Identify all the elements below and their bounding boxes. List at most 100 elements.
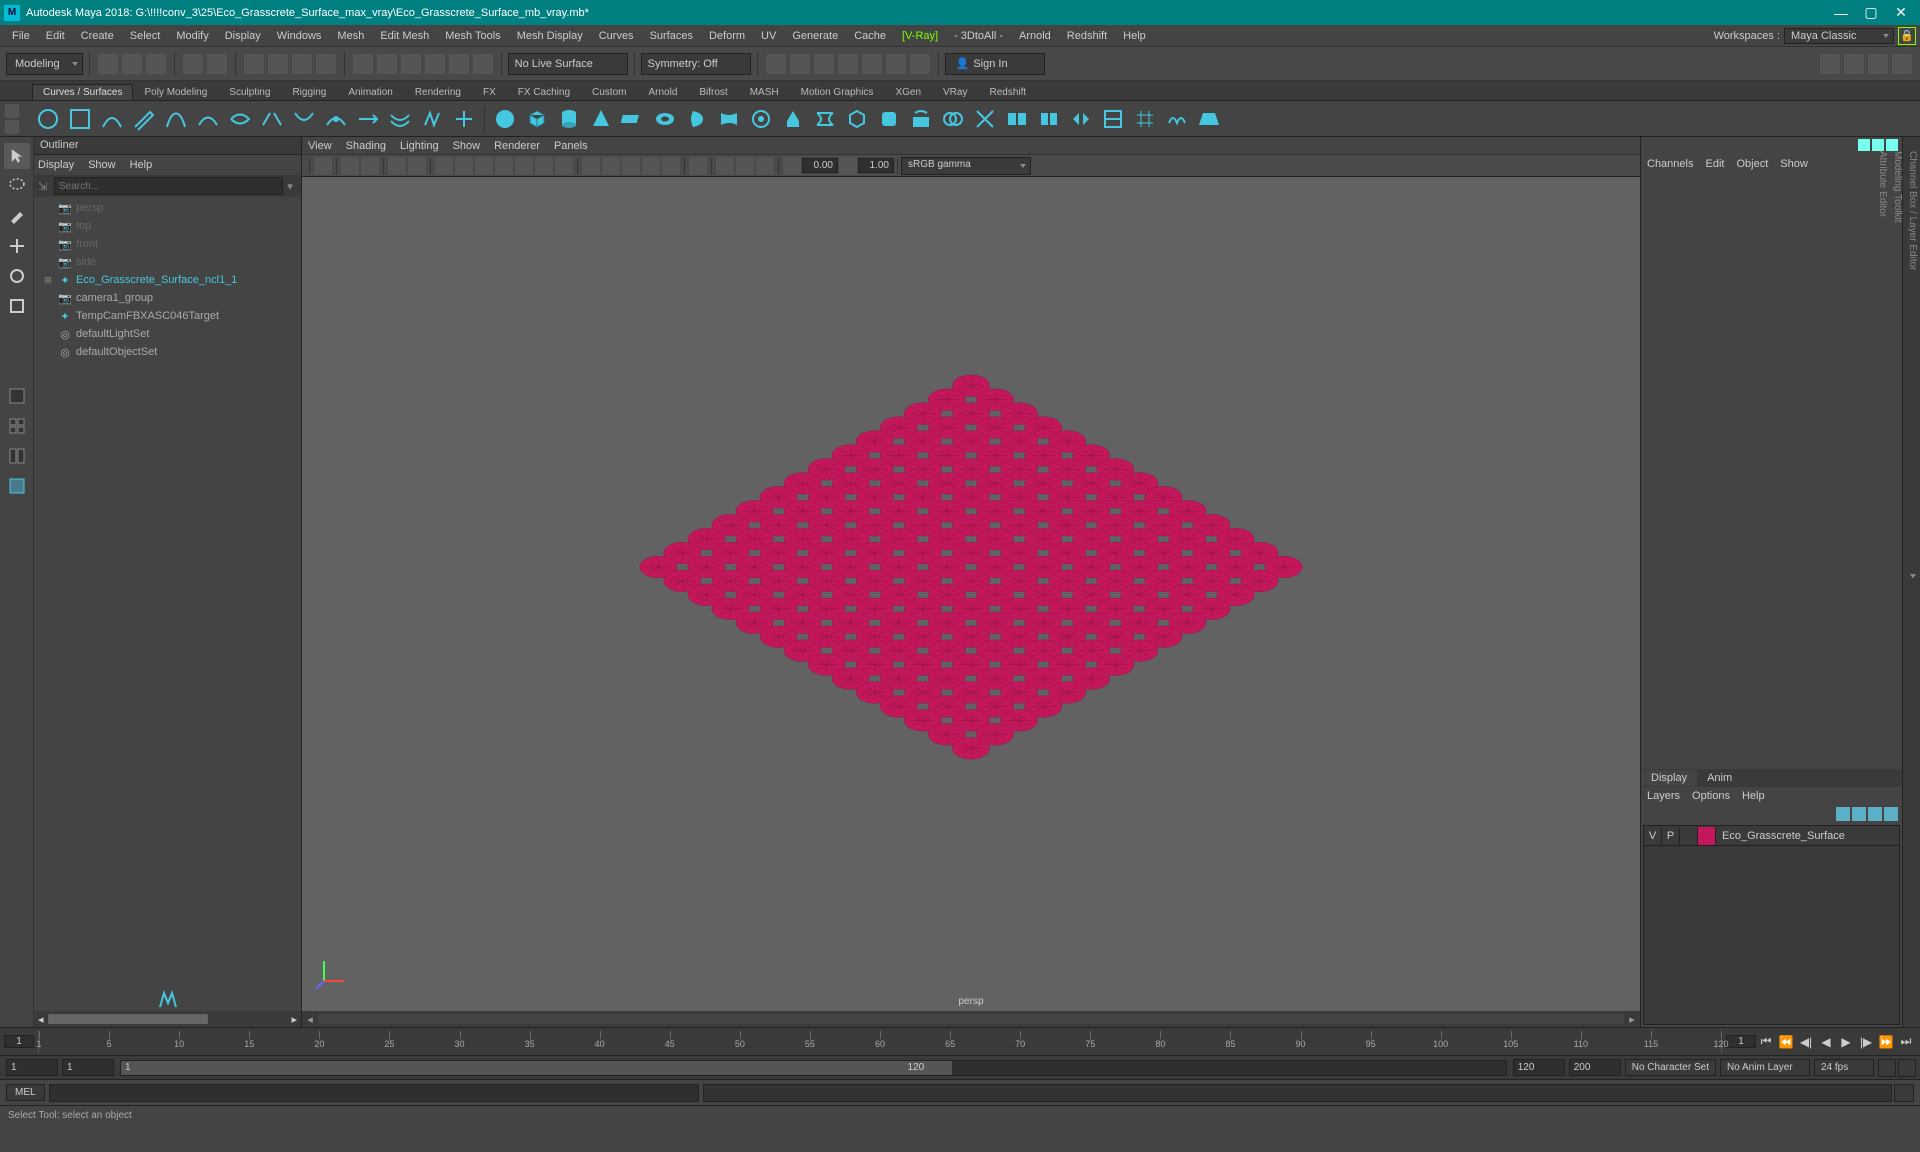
scroll-right-icon[interactable]: ▸ — [1624, 1011, 1640, 1027]
cb-edit[interactable]: Edit — [1705, 158, 1724, 170]
vp-exposure-icon[interactable] — [783, 157, 801, 175]
shelf-tab-vray[interactable]: VRay — [932, 84, 978, 100]
vp-lights-icon[interactable] — [642, 157, 660, 175]
symmetry-dropdown[interactable]: Symmetry: Off — [641, 53, 751, 75]
outliner-hscroll[interactable]: ◂▸ — [34, 1011, 301, 1027]
boundary-icon[interactable] — [842, 104, 872, 134]
intersect-icon[interactable] — [938, 104, 968, 134]
viewcube-four-icon[interactable] — [4, 413, 30, 439]
vp-gamma-icon[interactable] — [839, 157, 857, 175]
vp-menu-renderer[interactable]: Renderer — [494, 140, 540, 152]
menu-redshift[interactable]: Redshift — [1059, 25, 1115, 47]
redo-icon[interactable] — [207, 54, 227, 74]
outliner-node-front[interactable]: 📷front — [34, 235, 301, 253]
menu-deform[interactable]: Deform — [701, 25, 753, 47]
menu-meshdisplay[interactable]: Mesh Display — [509, 25, 591, 47]
bezier-icon[interactable] — [161, 104, 191, 134]
current-frame-end[interactable]: 1 — [1726, 1035, 1756, 1048]
stitch-icon[interactable] — [1130, 104, 1160, 134]
paint-select-tool-icon[interactable] — [4, 203, 30, 229]
menu-display[interactable]: Display — [217, 25, 269, 47]
add-points-icon[interactable] — [449, 104, 479, 134]
vp-menu-view[interactable]: View — [308, 140, 332, 152]
viewport-3d[interactable]: persp — [302, 177, 1640, 1011]
shelf-tab-fxcaching[interactable]: FX Caching — [507, 84, 581, 100]
insert-iso-icon[interactable] — [1098, 104, 1128, 134]
outliner-search-input[interactable] — [54, 177, 283, 195]
loft-icon[interactable] — [714, 104, 744, 134]
menu-editmesh[interactable]: Edit Mesh — [372, 25, 437, 47]
outliner-menu-show[interactable]: Show — [88, 159, 116, 171]
render-settings-icon[interactable] — [814, 54, 834, 74]
detach-curves-icon[interactable] — [289, 104, 319, 134]
select-comp-icon[interactable] — [316, 54, 336, 74]
nurbs-cube-icon[interactable] — [522, 104, 552, 134]
menu-mesh[interactable]: Mesh — [329, 25, 372, 47]
outliner-node-defaultlightset[interactable]: ◎defaultLightSet — [34, 325, 301, 343]
nurbs-plane-icon[interactable] — [618, 104, 648, 134]
offset-curve-icon[interactable] — [385, 104, 415, 134]
vp-res-gate-icon[interactable] — [475, 157, 493, 175]
outliner-node-tempcam[interactable]: ✦TempCamFBXASC046Target — [34, 307, 301, 325]
shelf-tab-rendering[interactable]: Rendering — [404, 84, 472, 100]
autokey-toggle-icon[interactable] — [1878, 1059, 1896, 1077]
menu-vray[interactable]: [V-Ray] — [894, 25, 946, 47]
open-scene-icon[interactable] — [122, 54, 142, 74]
arc-icon[interactable] — [193, 104, 223, 134]
vp-xray-joints-icon[interactable] — [736, 157, 754, 175]
square-icon[interactable] — [65, 104, 95, 134]
bevel-plus-icon[interactable] — [874, 104, 904, 134]
layer-visibility-cell[interactable]: V — [1644, 827, 1662, 845]
shelf-tab-bifrost[interactable]: Bifrost — [688, 84, 738, 100]
vp-menu-lighting[interactable]: Lighting — [400, 140, 439, 152]
outliner-menu-display[interactable]: Display — [38, 159, 74, 171]
dock-tab-channelbox[interactable]: Channel Box / Layer Editor — [1905, 145, 1920, 1027]
menu-modify[interactable]: Modify — [168, 25, 216, 47]
toggle-attreditor-icon[interactable] — [1892, 54, 1912, 74]
menuset-dropdown[interactable]: Modeling — [6, 53, 83, 75]
toggle-modeling-toolkit-icon[interactable] — [1820, 54, 1840, 74]
layer-move-up-icon[interactable] — [1836, 807, 1850, 821]
ep-curve-icon[interactable] — [97, 104, 127, 134]
nurbs-cone-icon[interactable] — [586, 104, 616, 134]
rotate-tool-icon[interactable] — [4, 263, 30, 289]
script-editor-icon[interactable] — [1894, 1084, 1914, 1102]
birail-icon[interactable] — [810, 104, 840, 134]
menu-surfaces[interactable]: Surfaces — [642, 25, 701, 47]
undo-icon[interactable] — [183, 54, 203, 74]
menu-3dtoall[interactable]: - 3DtoAll - — [946, 25, 1011, 47]
menu-generate[interactable]: Generate — [784, 25, 846, 47]
snap-toggle-icon[interactable] — [473, 54, 493, 74]
vp-safe-title-icon[interactable] — [555, 157, 573, 175]
layer-move-down-icon[interactable] — [1852, 807, 1866, 821]
signin-button[interactable]: 👤 Sign In — [945, 53, 1045, 75]
outliner-node-top[interactable]: 📷top — [34, 217, 301, 235]
layer-tab-anim[interactable]: Anim — [1697, 770, 1742, 786]
cb-icon-1[interactable] — [1858, 139, 1870, 151]
command-input[interactable] — [49, 1084, 699, 1102]
menu-create[interactable]: Create — [73, 25, 122, 47]
vp-menu-show[interactable]: Show — [453, 140, 481, 152]
3pt-arc-icon[interactable] — [225, 104, 255, 134]
layer-menu-help[interactable]: Help — [1742, 790, 1765, 802]
snap-plane-icon[interactable] — [425, 54, 445, 74]
prefs-icon[interactable] — [1898, 1059, 1916, 1077]
extend-curve-icon[interactable] — [353, 104, 383, 134]
vp-textured-icon[interactable] — [622, 157, 640, 175]
vp-2d-pan-icon[interactable] — [388, 157, 406, 175]
surface-editing-icon[interactable] — [1194, 104, 1224, 134]
rebuild-curve-icon[interactable] — [417, 104, 447, 134]
select-obj-icon[interactable] — [292, 54, 312, 74]
vp-film-gate-icon[interactable] — [455, 157, 473, 175]
range-end[interactable]: 200 — [1569, 1059, 1621, 1076]
layer-playback-cell[interactable]: P — [1662, 827, 1680, 845]
vp-xray-icon[interactable] — [716, 157, 734, 175]
menu-arnold[interactable]: Arnold — [1011, 25, 1059, 47]
vp-menu-shading[interactable]: Shading — [346, 140, 386, 152]
ipr-icon[interactable] — [790, 54, 810, 74]
dock-tab-modelingtoolkit[interactable]: Modeling Toolkit — [1890, 145, 1905, 1027]
cb-channels[interactable]: Channels — [1647, 158, 1693, 170]
shelf-tab-poly[interactable]: Poly Modeling — [133, 84, 218, 100]
vp-menu-panels[interactable]: Panels — [554, 140, 588, 152]
move-tool-icon[interactable] — [4, 233, 30, 259]
